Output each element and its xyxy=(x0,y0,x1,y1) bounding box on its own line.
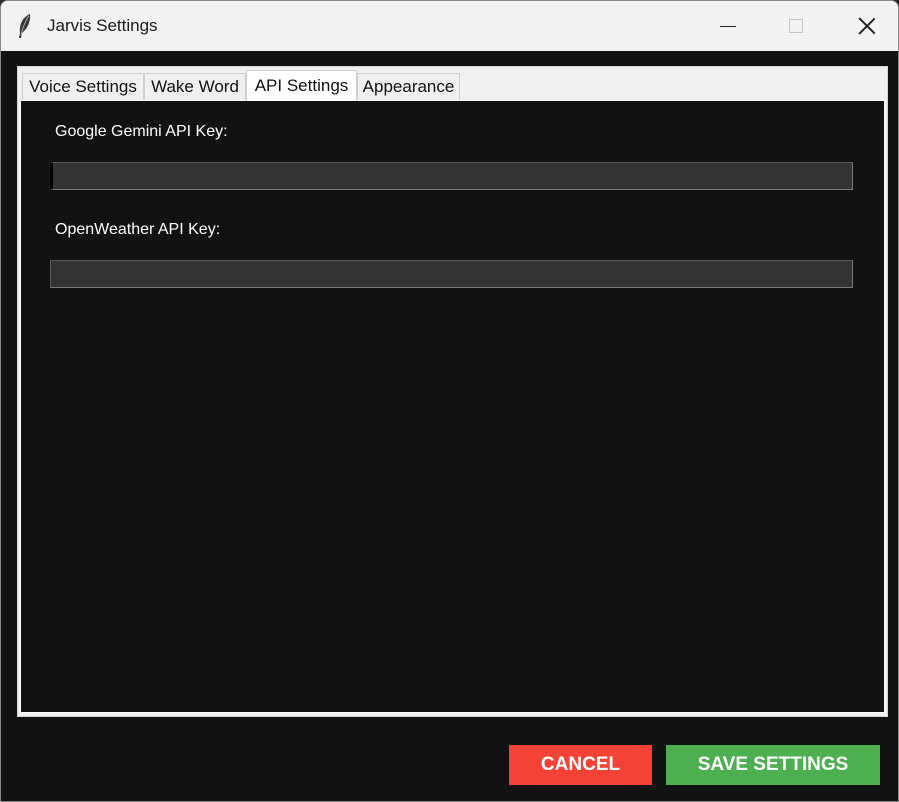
maximize-button[interactable] xyxy=(769,1,823,51)
close-button[interactable] xyxy=(840,1,894,51)
save-settings-button[interactable]: SAVE SETTINGS xyxy=(666,745,880,785)
gemini-api-key-input[interactable] xyxy=(50,162,853,190)
gemini-api-key-label: Google Gemini API Key: xyxy=(55,123,228,140)
settings-window: Jarvis Settings Voice Settings Wake Word… xyxy=(0,0,899,802)
openweather-api-key-label: OpenWeather API Key: xyxy=(55,221,221,238)
tab-voice-settings[interactable]: Voice Settings xyxy=(22,73,144,100)
client-area: Voice Settings Wake Word API Settings Ap… xyxy=(1,51,898,801)
feather-icon xyxy=(19,14,31,38)
api-settings-panel: Google Gemini API Key: OpenWeather API K… xyxy=(20,100,885,713)
openweather-api-key-input[interactable] xyxy=(50,260,853,288)
title-bar[interactable]: Jarvis Settings xyxy=(1,1,898,51)
cancel-button[interactable]: CANCEL xyxy=(509,745,652,785)
maximize-icon xyxy=(789,19,803,33)
desktop: Jarvis Settings Voice Settings Wake Word… xyxy=(0,0,899,802)
window-title: Jarvis Settings xyxy=(47,16,158,35)
tab-appearance[interactable]: Appearance xyxy=(357,73,460,100)
minimize-button[interactable] xyxy=(701,1,755,51)
close-icon xyxy=(858,17,876,35)
tab-wake-word[interactable]: Wake Word xyxy=(144,73,246,100)
settings-notebook: Voice Settings Wake Word API Settings Ap… xyxy=(17,66,888,717)
tab-api-settings[interactable]: API Settings xyxy=(246,70,357,101)
minimize-icon xyxy=(720,25,736,27)
